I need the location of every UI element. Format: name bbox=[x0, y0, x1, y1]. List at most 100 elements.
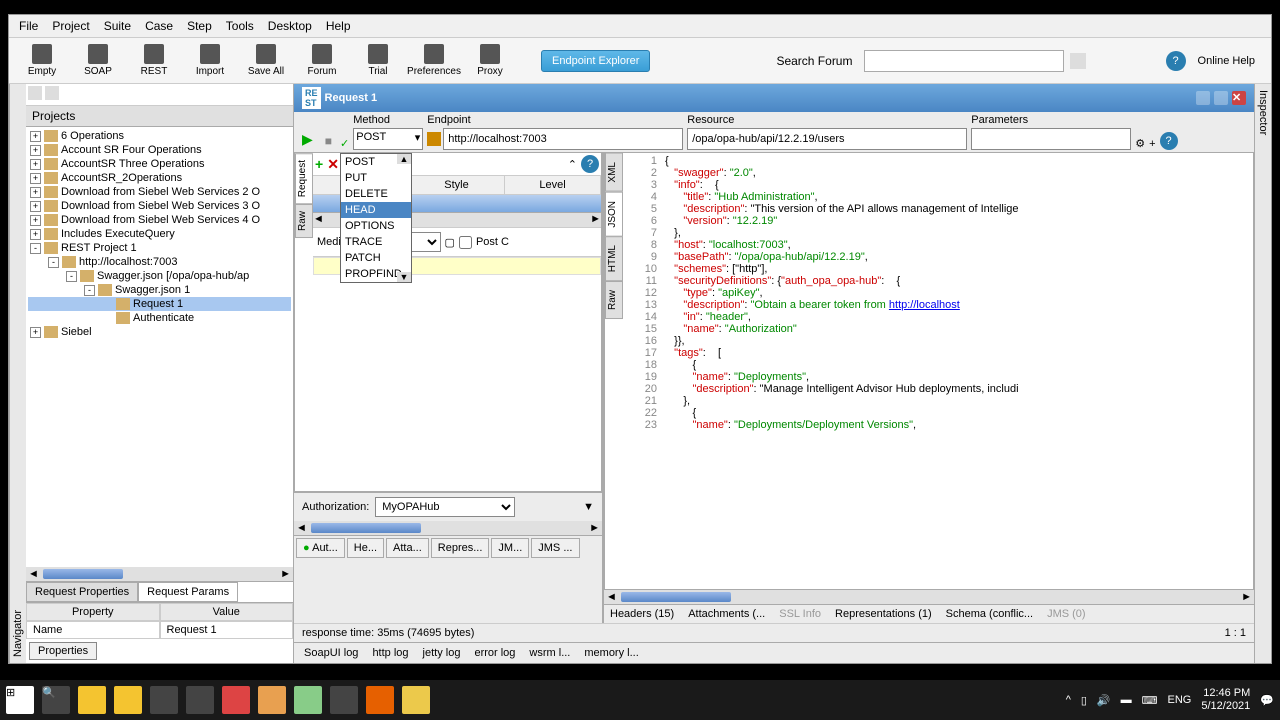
menu-step[interactable]: Step bbox=[187, 19, 212, 33]
resp-bottom-tab-5[interactable]: JMS (0) bbox=[1047, 608, 1086, 620]
toolbar-save-all[interactable]: Save All bbox=[241, 42, 291, 79]
expand-icon[interactable]: + bbox=[30, 215, 41, 226]
method-option-patch[interactable]: PATCH bbox=[341, 250, 411, 266]
add-param-icon[interactable]: + bbox=[315, 156, 323, 172]
tree-item[interactable]: Request 1 bbox=[28, 297, 291, 311]
volume-icon[interactable]: 🔊 bbox=[1097, 694, 1111, 707]
request-properties-tab[interactable]: Request Properties bbox=[26, 582, 138, 602]
auth-expand-icon[interactable]: ▼ bbox=[583, 501, 594, 513]
assert-icon[interactable]: ✓ bbox=[340, 137, 349, 150]
method-dropdown[interactable]: ▲ ▼ POSTPUTDELETEHEADOPTIONSTRACEPATCHPR… bbox=[340, 153, 412, 283]
notifications-icon[interactable]: 💬 bbox=[1260, 694, 1274, 707]
parameters-input[interactable] bbox=[971, 128, 1131, 150]
app-icon[interactable] bbox=[222, 686, 250, 714]
resp-tab-json[interactable]: JSON bbox=[605, 192, 623, 237]
inspector-tab[interactable]: Inspector bbox=[1254, 84, 1271, 663]
resp-tab-xml[interactable]: XML bbox=[605, 153, 623, 192]
terminal-icon[interactable] bbox=[150, 686, 178, 714]
help-icon[interactable]: ? bbox=[1160, 132, 1178, 150]
tree-item[interactable]: +Download from Siebel Web Services 4 O bbox=[28, 213, 291, 227]
app3-icon[interactable] bbox=[294, 686, 322, 714]
menu-desktop[interactable]: Desktop bbox=[268, 19, 312, 33]
expand-icon[interactable]: + bbox=[30, 327, 41, 338]
menu-tools[interactable]: Tools bbox=[226, 19, 254, 33]
windows-taskbar[interactable]: ⊞ 🔍 ^ ▯ 🔊 ▬ ⌨ ENG 12:46 PM 5/12/2021 💬 bbox=[0, 680, 1280, 720]
tree-item[interactable]: +AccountSR_2Operations bbox=[28, 171, 291, 185]
method-option-delete[interactable]: DELETE bbox=[341, 186, 411, 202]
tree-item[interactable]: +6 Operations bbox=[28, 129, 291, 143]
tree-item[interactable]: -REST Project 1 bbox=[28, 241, 291, 255]
properties-button[interactable]: Properties bbox=[29, 642, 97, 660]
expand-icon[interactable]: + bbox=[30, 145, 41, 156]
app2-icon[interactable] bbox=[258, 686, 286, 714]
expand-icon[interactable]: ⌃ bbox=[568, 158, 577, 171]
menu-help[interactable]: Help bbox=[326, 19, 351, 33]
app4-icon[interactable] bbox=[330, 686, 358, 714]
tree-item[interactable]: +Siebel bbox=[28, 325, 291, 339]
network-icon[interactable]: ▯ bbox=[1081, 694, 1087, 707]
req-tab-0[interactable]: ● Aut... bbox=[296, 538, 345, 558]
config-icon[interactable]: ⚙ bbox=[1135, 137, 1145, 150]
tree-item[interactable]: -Swagger.json 1 bbox=[28, 283, 291, 297]
search-forum-input[interactable] bbox=[864, 50, 1064, 72]
toolbar-import[interactable]: Import bbox=[185, 42, 235, 79]
add-param-icon[interactable]: + bbox=[1149, 138, 1155, 150]
calendar-icon[interactable] bbox=[1070, 53, 1086, 69]
chrome-icon[interactable] bbox=[78, 686, 106, 714]
toolbar-empty[interactable]: Empty bbox=[17, 42, 67, 79]
method-option-head[interactable]: HEAD bbox=[341, 202, 411, 218]
expand-icon[interactable]: + bbox=[30, 131, 41, 142]
req-tab-4[interactable]: JM... bbox=[491, 538, 529, 558]
post-checkbox[interactable] bbox=[459, 236, 472, 249]
expand-icon[interactable]: + bbox=[30, 173, 41, 184]
explorer-icon[interactable] bbox=[114, 686, 142, 714]
method-option-put[interactable]: PUT bbox=[341, 170, 411, 186]
expand-icon[interactable]: + bbox=[30, 201, 41, 212]
expand-icon[interactable]: - bbox=[84, 285, 95, 296]
tree-item[interactable]: -http://localhost:7003 bbox=[28, 255, 291, 269]
battery-icon[interactable]: ▬ bbox=[1121, 694, 1132, 706]
detach-icon[interactable] bbox=[1196, 91, 1210, 105]
stop-button[interactable]: ■ bbox=[321, 132, 336, 150]
navigator-tab[interactable]: Navigator bbox=[9, 84, 26, 663]
log-tab-4[interactable]: wsrm l... bbox=[529, 647, 570, 659]
tree-item[interactable]: +Download from Siebel Web Services 3 O bbox=[28, 199, 291, 213]
request-params-tab[interactable]: Request Params bbox=[138, 582, 238, 602]
help-icon[interactable]: ? bbox=[1166, 51, 1186, 71]
resp-bottom-tab-4[interactable]: Schema (conflic... bbox=[946, 608, 1033, 620]
tree-item[interactable]: +Includes ExecuteQuery bbox=[28, 227, 291, 241]
expand-icon[interactable]: - bbox=[48, 257, 59, 268]
log-tab-3[interactable]: error log bbox=[474, 647, 515, 659]
tree-item[interactable]: Authenticate bbox=[28, 311, 291, 325]
resp-hscroll[interactable]: ◄► bbox=[604, 590, 1254, 604]
menu-file[interactable]: File bbox=[19, 19, 38, 33]
req-tab-3[interactable]: Repres... bbox=[431, 538, 490, 558]
menu-case[interactable]: Case bbox=[145, 19, 173, 33]
req-hscroll[interactable]: ◄► bbox=[294, 521, 602, 535]
edit-icon[interactable]: ▢ bbox=[445, 236, 455, 249]
req-tab-2[interactable]: Atta... bbox=[386, 538, 429, 558]
resp-bottom-tab-2[interactable]: SSL Info bbox=[779, 608, 821, 620]
tree-hscroll[interactable]: ◄► bbox=[26, 567, 293, 581]
soapui-icon[interactable] bbox=[402, 686, 430, 714]
log-tab-2[interactable]: jetty log bbox=[423, 647, 461, 659]
tree-item[interactable]: +AccountSR Three Operations bbox=[28, 157, 291, 171]
toolbar-rest[interactable]: REST bbox=[129, 42, 179, 79]
menu-suite[interactable]: Suite bbox=[104, 19, 131, 33]
delete-param-icon[interactable]: ✕ bbox=[327, 156, 339, 173]
tray-up-icon[interactable]: ^ bbox=[1066, 694, 1071, 706]
toggle-icon[interactable] bbox=[28, 86, 42, 100]
firefox-icon[interactable] bbox=[366, 686, 394, 714]
param-help-icon[interactable]: ? bbox=[581, 155, 599, 173]
settings-icon[interactable] bbox=[186, 686, 214, 714]
resp-bottom-tab-1[interactable]: Attachments (... bbox=[688, 608, 765, 620]
project-tree[interactable]: +6 Operations+Account SR Four Operations… bbox=[26, 127, 293, 567]
toolbar-trial[interactable]: Trial bbox=[353, 42, 403, 79]
tree-item[interactable]: +Account SR Four Operations bbox=[28, 143, 291, 157]
expand-icon[interactable]: + bbox=[30, 159, 41, 170]
prop-name-cell[interactable]: Name bbox=[26, 621, 160, 639]
expand-icon[interactable]: + bbox=[30, 229, 41, 240]
resp-tab-raw[interactable]: Raw bbox=[605, 281, 623, 319]
online-help-link[interactable]: Online Help bbox=[1198, 55, 1255, 67]
request-side-tab[interactable]: Request bbox=[295, 153, 313, 204]
